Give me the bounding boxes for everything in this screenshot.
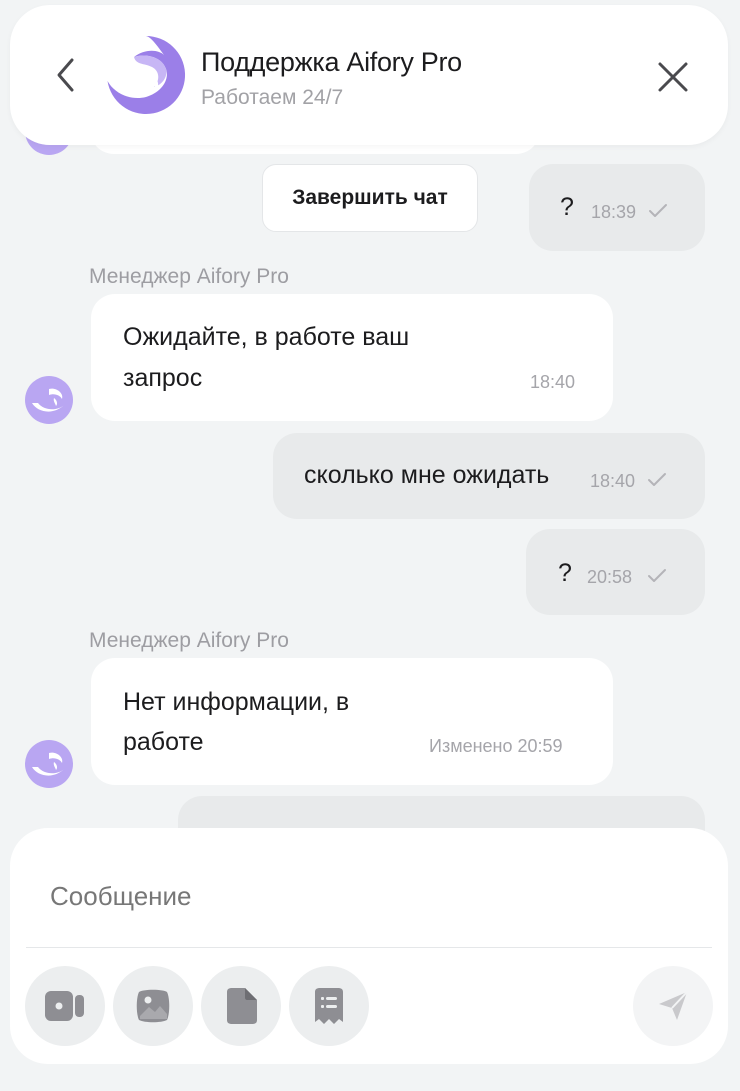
end-chat-button[interactable]: Завершить чат xyxy=(262,164,478,232)
message-composer xyxy=(10,828,728,1064)
document-button[interactable] xyxy=(201,966,281,1046)
message-time: 20:58 xyxy=(587,567,633,587)
message-text: ? xyxy=(560,193,574,221)
message-time: 18:40 xyxy=(530,372,576,392)
send-icon xyxy=(659,991,688,1020)
message-text: сколько мне ожидать xyxy=(304,461,550,489)
chevron-left-icon xyxy=(57,58,74,92)
aifory-logo-icon xyxy=(107,35,186,114)
close-icon xyxy=(658,62,688,92)
message-bubble-outgoing: ? 18:39 xyxy=(529,164,705,251)
message-time: 18:40 xyxy=(590,471,636,491)
back-button[interactable] xyxy=(50,55,80,95)
sender-name: Менеджер Aifory Pro xyxy=(89,629,289,652)
page-subtitle: Работаем 24/7 xyxy=(201,86,344,109)
message-bubble-outgoing: ? 20:58 xyxy=(526,529,705,615)
send-button[interactable] xyxy=(633,966,713,1046)
message-time: 18:39 xyxy=(591,202,637,222)
image-icon xyxy=(136,989,170,1023)
video-icon xyxy=(45,991,84,1021)
message-time: Изменено 20:59 xyxy=(429,736,563,756)
message-text-line: запрос xyxy=(123,364,203,392)
video-button[interactable] xyxy=(25,966,105,1046)
manager-avatar xyxy=(25,376,73,424)
check-icon xyxy=(648,569,666,582)
composer-divider xyxy=(26,947,712,948)
close-button[interactable] xyxy=(653,57,693,97)
message-bubble-incoming: Ожидайте, в работе ваш запрос 18:40 xyxy=(91,294,613,421)
manager-avatar xyxy=(25,740,73,788)
template-button[interactable] xyxy=(289,966,369,1046)
template-icon xyxy=(315,988,343,1024)
chat-screen: Завершить чат ? 18:39 Менеджер Aifory Pr… xyxy=(0,0,740,1091)
document-icon xyxy=(227,988,257,1024)
message-bubble-incoming: Нет информации, в работе Изменено 20:59 xyxy=(91,658,613,785)
message-text-line: Ожидайте, в работе ваш xyxy=(123,323,410,351)
chat-header: Поддержка Aifory Pro Работаем 24/7 xyxy=(10,5,728,145)
check-icon xyxy=(648,473,666,486)
message-bubble-outgoing: сколько мне ожидать 18:40 xyxy=(273,433,705,519)
image-button[interactable] xyxy=(113,966,193,1046)
message-text-line: работе xyxy=(123,728,204,756)
message-text-line: Нет информации, в xyxy=(123,688,350,716)
sender-name: Менеджер Aifory Pro xyxy=(89,265,289,288)
page-title: Поддержка Aifory Pro xyxy=(201,47,462,77)
check-icon xyxy=(649,204,667,217)
message-text: ? xyxy=(558,559,572,587)
message-input[interactable] xyxy=(48,868,692,924)
